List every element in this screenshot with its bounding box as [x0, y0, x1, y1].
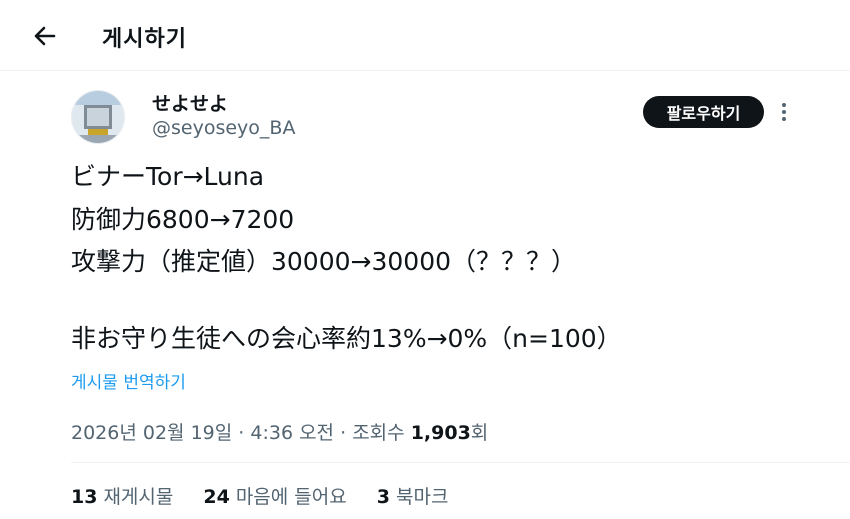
- more-vertical-icon: [782, 103, 786, 121]
- likes-label: 마음에 들어요: [235, 486, 347, 508]
- top-bar: 게시하기: [0, 0, 850, 71]
- views-count: 1,903: [410, 422, 471, 444]
- post-time[interactable]: 4:36 오전: [250, 422, 334, 444]
- views-suffix: 회: [470, 422, 489, 444]
- reposts-stat[interactable]: 13 재게시물: [71, 482, 173, 509]
- user-handle[interactable]: @seyoseyo_BA: [152, 117, 295, 139]
- meta-separator: ·: [340, 422, 353, 444]
- translate-post-link[interactable]: 게시물 번역하기: [71, 368, 186, 393]
- divider: [71, 462, 850, 463]
- bookmarks-count: 3: [376, 486, 390, 508]
- back-button[interactable]: [28, 19, 62, 53]
- likes-stat[interactable]: 24 마음에 들어요: [203, 482, 346, 509]
- bookmarks-stat[interactable]: 3 북마크: [377, 482, 449, 509]
- views-label: 조회수: [352, 422, 405, 444]
- tweet-text-line: ビナーTor→Luna: [71, 162, 265, 191]
- follow-button[interactable]: 팔로우하기: [643, 96, 764, 128]
- post-meta: 2026년 02월 19일 · 4:36 오전 · 조회수 1,903회: [71, 418, 488, 445]
- avatar[interactable]: [71, 90, 125, 144]
- tweet-text-line: 攻撃力（推定値）30000→30000（？？？）: [71, 247, 577, 276]
- tweet-text-line: 非お守り生徒への会心率約13%→0%（n=100）: [71, 324, 622, 353]
- engagement-stats: 13 재게시물 24 마음에 들어요 3 북마크: [71, 482, 448, 509]
- reposts-label: 재게시물: [103, 486, 174, 508]
- page-title: 게시하기: [102, 27, 187, 52]
- post-date[interactable]: 2026년 02월 19일: [71, 422, 232, 444]
- bookmarks-label: 북마크: [395, 486, 449, 508]
- arrow-left-icon: [34, 26, 56, 46]
- likes-count: 24: [203, 486, 230, 508]
- reposts-count: 13: [71, 486, 98, 508]
- more-options-button[interactable]: [776, 100, 792, 124]
- display-name[interactable]: せよせよ: [152, 89, 228, 116]
- tweet-text-line: 防御力6800→7200: [71, 205, 295, 234]
- avatar-image: [72, 91, 124, 143]
- meta-separator: ·: [238, 422, 251, 444]
